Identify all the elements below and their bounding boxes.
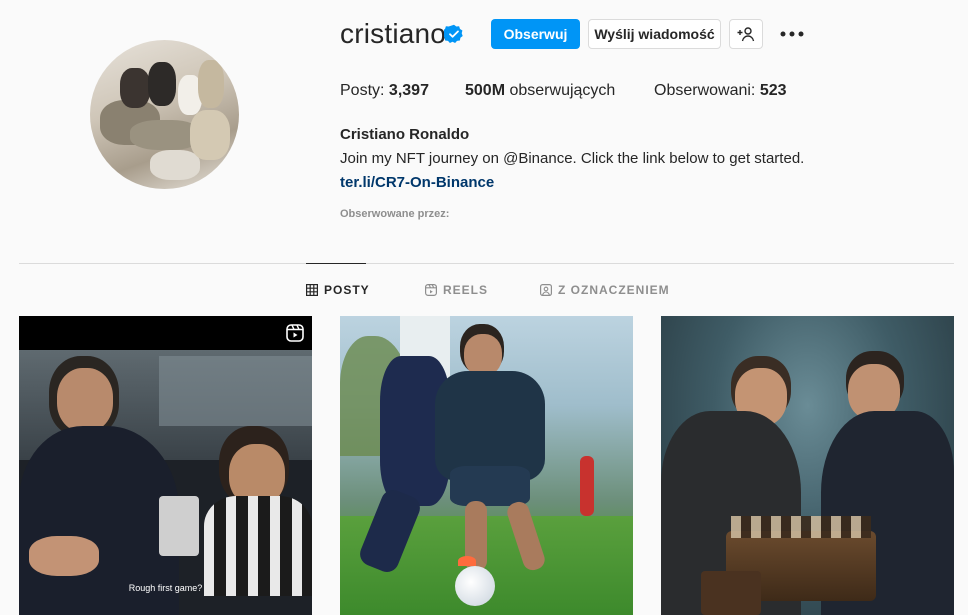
profile-link[interactable]: ter.li/CR7-On-Binance [340,174,494,191]
tabs-divider [19,263,954,264]
add-person-button[interactable] [729,19,763,49]
tagged-icon [540,284,552,296]
profile-full-name: Cristiano Ronaldo [340,126,470,143]
followers-count[interactable]: 500M obserwujących [465,82,615,100]
send-message-button[interactable]: Wyślij wiadomość [588,19,721,49]
profile-username: cristiano [340,18,447,49]
post-thumbnail[interactable] [661,316,954,615]
post-caption: Rough first game? [128,583,203,593]
active-tab-indicator [306,263,366,264]
following-value: 523 [759,82,787,99]
tab-reels[interactable]: REELS [425,283,488,297]
profile-avatar[interactable] [90,40,239,189]
tab-tagged[interactable]: Z OZNACZENIEM [540,283,670,297]
add-person-icon [737,27,755,42]
verified-badge-icon [444,24,463,43]
posts-count: Posty: 3,397 [340,82,429,100]
followers-label: obserwujących [509,82,616,99]
reels-icon [425,284,437,296]
tab-label: POSTY [324,283,370,297]
profile-bio: Join my NFT journey on @Binance. Click t… [340,150,805,167]
posts-value: 3,397 [388,82,429,99]
tab-label: Z OZNACZENIEM [558,283,670,297]
more-options-icon[interactable] [778,24,806,44]
following-label: Obserwowani: [654,82,756,99]
reels-badge-icon [286,324,304,342]
post-thumbnail[interactable]: Rough first game? [19,316,312,615]
following-count[interactable]: Obserwowani: 523 [654,82,787,100]
followers-value: 500M [465,82,506,99]
posts-label: Posty: [340,82,385,99]
follow-button[interactable]: Obserwuj [491,19,580,49]
tab-label: REELS [443,283,489,297]
tab-posts[interactable]: POSTY [306,283,370,297]
post-thumbnail[interactable] [340,316,633,615]
grid-icon [306,284,318,296]
followed-by-label: Obserwowane przez: [340,208,450,220]
